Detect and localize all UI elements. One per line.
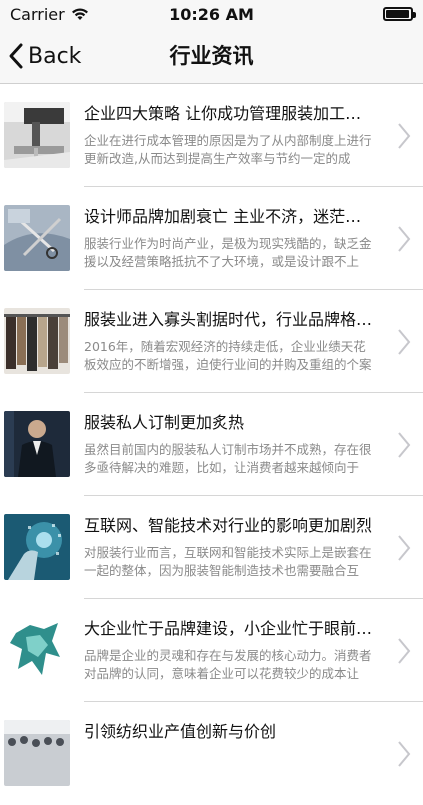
tailored-suit-thumbnail [4,411,70,477]
navigation-bar: Back 行业资讯 [0,28,423,84]
article-row[interactable]: 企业四大策略 让你成功管理服装加工成本 企业在进行成本管理的原因是为了从内部制度… [0,84,423,187]
battery-icon [383,7,416,21]
article-row[interactable]: 大企业忙于品牌建设，小企业忙于眼前利益... 品牌是企业的灵魂和存在与发展的核心… [0,599,423,702]
article-text: 服装私人订制更加炙热 虽然目前国内的服装私人订制市场并不成熟，存在很多亟待解决的… [84,411,374,477]
article-title: 互联网、智能技术对行业的影响更加剧烈 [84,516,373,535]
clothing-rack-thumbnail [4,308,70,374]
digital-hand-thumbnail [4,514,70,580]
article-title: 服装私人订制更加炙热 [84,413,245,432]
page-title: 行业资讯 [169,44,254,68]
article-text: 服装业进入寡头割据时代，行业品牌格局呈... 2016年，随着宏观经济的持续走低… [84,308,374,374]
article-title: 引领纺织业产值创新与价创 [84,722,277,741]
article-row[interactable]: 互联网、智能技术对行业的影响更加剧烈 对服装行业而言，互联网和智能技术实际上是嵌… [0,496,423,599]
article-text: 引领纺织业产值创新与价创 [84,720,374,786]
battery-fill [386,10,409,18]
article-row[interactable]: 设计师品牌加剧衰亡 主业不济，迷茫中乱... 服装行业作为时尚产业，是极为现实残… [0,187,423,290]
article-row[interactable]: 服装业进入寡头割据时代，行业品牌格局呈... 2016年，随着宏观经济的持续走低… [0,290,423,393]
article-text: 互联网、智能技术对行业的影响更加剧烈 对服装行业而言，互联网和智能技术实际上是嵌… [84,514,374,580]
article-title: 服装业进入寡头割据时代，行业品牌格局呈... [84,310,374,329]
carrier-label: Carrier [10,4,65,24]
article-summary [84,750,374,786]
chevron-right-icon [398,432,411,458]
wifi-icon [71,8,88,20]
article-title: 设计师品牌加剧衰亡 主业不济，迷茫中乱... [84,207,374,226]
chevron-right-icon [398,226,411,252]
article-title: 大企业忙于品牌建设，小企业忙于眼前利益... [84,619,374,638]
fabric-scissors-thumbnail [4,205,70,271]
chevron-right-icon [398,123,411,149]
article-title: 企业四大策略 让你成功管理服装加工成本 [84,104,374,123]
chevron-right-icon [398,535,411,561]
article-summary: 2016年，随着宏观经济的持续走低，企业业绩天花板效应的不断增强，迫使行业间的并… [84,339,372,372]
article-text: 企业四大策略 让你成功管理服装加工成本 企业在进行成本管理的原因是为了从内部制度… [84,102,374,168]
chevron-right-icon [398,329,411,355]
sewing-machine-thumbnail [4,102,70,168]
article-summary: 服装行业作为时尚产业，是极为现实残酷的，缺乏金援以及经营策略抵抗不了大环境，或是… [84,236,372,269]
crowd-expo-thumbnail [4,720,70,786]
article-summary: 企业在进行成本管理的原因是为了从内部制度上进行更新改造,从而达到提高生产效率与节… [84,133,372,166]
article-row[interactable]: 服装私人订制更加炙热 虽然目前国内的服装私人订制市场并不成熟，存在很多亟待解决的… [0,393,423,496]
article-summary: 虽然目前国内的服装私人订制市场并不成熟，存在很多亟待解决的难题，比如，让消费者越… [84,442,372,475]
article-text: 设计师品牌加剧衰亡 主业不济，迷茫中乱... 服装行业作为时尚产业，是极为现实残… [84,205,374,271]
chevron-right-icon [398,638,411,664]
article-text: 大企业忙于品牌建设，小企业忙于眼前利益... 品牌是企业的灵魂和存在与发展的核心… [84,617,374,683]
status-left: Carrier [10,5,89,24]
article-summary: 对服装行业而言，互联网和智能技术实际上是嵌套在一起的整体，因为服装智能制造技术也… [84,545,372,578]
chevron-right-icon [398,741,411,767]
article-list: 企业四大策略 让你成功管理服装加工成本 企业在进行成本管理的原因是为了从内部制度… [0,84,423,805]
status-bar: Carrier 10:26 AM [0,0,423,28]
article-row[interactable]: 引领纺织业产值创新与价创 [0,702,423,805]
article-summary: 品牌是企业的灵魂和存在与发展的核心动力。消费者对品牌的认同，意味着企业可以花费较… [84,648,372,681]
teal-garment-thumbnail [4,617,70,683]
